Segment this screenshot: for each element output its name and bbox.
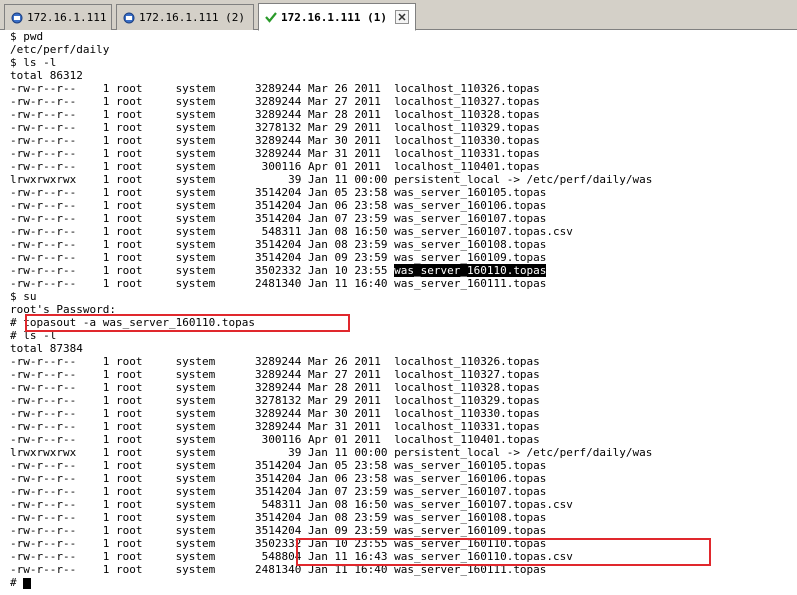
terminal-line: -rw-r--r-- 1 root system 3289244 Mar 28 … xyxy=(10,108,797,121)
tab-session-3-active[interactable]: 172.16.1.111 (1) xyxy=(258,3,416,31)
terminal-line-text: -rw-r--r-- 1 root system 3289244 Mar 30 … xyxy=(10,134,540,147)
terminal-line-text: -rw-r--r-- 1 root system 3289244 Mar 27 … xyxy=(10,95,540,108)
terminal-line-text: -rw-r--r-- 1 root system 300116 Apr 01 2… xyxy=(10,160,540,173)
terminal-line-text: -rw-r--r-- 1 root system 3289244 Mar 28 … xyxy=(10,381,540,394)
terminal-line: -rw-r--r-- 1 root system 3514204 Jan 05 … xyxy=(10,186,797,199)
tab-session-2[interactable]: 172.16.1.111 (2) xyxy=(116,4,254,30)
terminal-line: -rw-r--r-- 1 root system 3514204 Jan 07 … xyxy=(10,485,797,498)
terminal-line-text: total 86312 xyxy=(10,69,83,82)
close-tab-icon[interactable] xyxy=(395,10,409,24)
terminal-line: /etc/perf/daily xyxy=(10,43,797,56)
terminal-line-text: -rw-r--r-- 1 root system 2481340 Jan 11 … xyxy=(10,277,547,290)
terminal-line-text: -rw-r--r-- 1 root system 548311 Jan 08 1… xyxy=(10,225,573,238)
terminal-line-text: -rw-r--r-- 1 root system 548311 Jan 08 1… xyxy=(10,498,573,511)
terminal-line-text: $ ls -l xyxy=(10,56,57,69)
tab-label: 172.16.1.111 xyxy=(27,11,107,24)
terminal-line-text: -rw-r--r-- 1 root system 3289244 Mar 27 … xyxy=(10,368,540,381)
terminal-line: lrwxrwxrwx 1 root system 39 Jan 11 00:00… xyxy=(10,446,797,459)
terminal-line-text: -rw-r--r-- 1 root system 3289244 Mar 26 … xyxy=(10,355,540,368)
terminal-line: -rw-r--r-- 1 root system 3514204 Jan 05 … xyxy=(10,459,797,472)
tab-label: 172.16.1.111 (2) xyxy=(139,11,245,24)
terminal-line: total 86312 xyxy=(10,69,797,82)
terminal-line-text: -rw-r--r-- 1 root system 3514204 Jan 09 … xyxy=(10,524,547,537)
terminal-line-text: -rw-r--r-- 1 root system 3289244 Mar 28 … xyxy=(10,108,540,121)
terminal-line: -rw-r--r-- 1 root system 3289244 Mar 30 … xyxy=(10,134,797,147)
terminal-line-text: lrwxrwxrwx 1 root system 39 Jan 11 00:00… xyxy=(10,173,653,186)
terminal-line: -rw-r--r-- 1 root system 3514204 Jan 08 … xyxy=(10,238,797,251)
terminal-line: -rw-r--r-- 1 root system 3289244 Mar 26 … xyxy=(10,355,797,368)
terminal-line-text: -rw-r--r-- 1 root system 3278132 Mar 29 … xyxy=(10,121,540,134)
terminal-line-text: # xyxy=(10,576,24,589)
terminal-line: -rw-r--r-- 1 root system 3289244 Mar 30 … xyxy=(10,407,797,420)
terminal-line-text: /etc/perf/daily xyxy=(10,43,110,56)
terminal-line: -rw-r--r-- 1 root system 548311 Jan 08 1… xyxy=(10,498,797,511)
terminal-line-text: -rw-r--r-- 1 root system 3502332 Jan 10 … xyxy=(10,264,395,277)
terminal-line: -rw-r--r-- 1 root system 300116 Apr 01 2… xyxy=(10,160,797,173)
terminal-line-text: lrwxrwxrwx 1 root system 39 Jan 11 00:00… xyxy=(10,446,653,459)
terminal-line-text: -rw-r--r-- 1 root system 300116 Apr 01 2… xyxy=(10,433,540,446)
terminal-line: -rw-r--r-- 1 root system 3278132 Mar 29 … xyxy=(10,121,797,134)
command-highlight-box xyxy=(25,314,350,332)
terminal-line-text: -rw-r--r-- 1 root system 3289244 Mar 31 … xyxy=(10,147,540,160)
terminal-line-text: -rw-r--r-- 1 root system 3289244 Mar 26 … xyxy=(10,82,540,95)
terminal-cursor xyxy=(23,577,32,589)
terminal-line-text: $ pwd xyxy=(10,30,44,43)
terminal-line: -rw-r--r-- 1 root system 3514204 Jan 07 … xyxy=(10,212,797,225)
terminal-line-text: -rw-r--r-- 1 root system 3514204 Jan 05 … xyxy=(10,459,547,472)
terminal-line: -rw-r--r-- 1 root system 3289244 Mar 31 … xyxy=(10,420,797,433)
check-icon xyxy=(265,12,277,23)
terminal-line-text: -rw-r--r-- 1 root system 3514204 Jan 08 … xyxy=(10,511,547,524)
terminal-line: # xyxy=(10,576,797,589)
terminal-line-text: -rw-r--r-- 1 root system 3278132 Mar 29 … xyxy=(10,394,540,407)
terminal-line: -rw-r--r-- 1 root system 2481340 Jan 11 … xyxy=(10,277,797,290)
terminal-line: -rw-r--r-- 1 root system 3289244 Mar 27 … xyxy=(10,368,797,381)
terminal-line: -rw-r--r-- 1 root system 3514204 Jan 06 … xyxy=(10,199,797,212)
terminal-line-text: # xyxy=(10,316,24,329)
terminal-line: -rw-r--r-- 1 root system 3514204 Jan 09 … xyxy=(10,251,797,264)
terminal-line: -rw-r--r-- 1 root system 3278132 Mar 29 … xyxy=(10,394,797,407)
tab-session-1[interactable]: 172.16.1.111 xyxy=(4,4,112,30)
session-icon xyxy=(123,12,135,23)
terminal-line: -rw-r--r-- 1 root system 3289244 Mar 26 … xyxy=(10,82,797,95)
terminal-line-text: -rw-r--r-- 1 root system 3514204 Jan 08 … xyxy=(10,238,547,251)
terminal-line: total 87384 xyxy=(10,342,797,355)
selected-filename: was_server_160110.topas xyxy=(394,264,547,277)
terminal-line: $ pwd xyxy=(10,30,797,43)
terminal-line: -rw-r--r-- 1 root system 3289244 Mar 31 … xyxy=(10,147,797,160)
terminal-line: -rw-r--r-- 1 root system 3514204 Jan 06 … xyxy=(10,472,797,485)
tab-label: 172.16.1.111 (1) xyxy=(281,10,387,24)
new-csv-highlight-box xyxy=(296,538,711,566)
terminal-line-text: -rw-r--r-- 1 root system 3514204 Jan 06 … xyxy=(10,199,547,212)
terminal-line: -rw-r--r-- 1 root system 3502332 Jan 10 … xyxy=(10,264,797,277)
terminal-line: -rw-r--r-- 1 root system 300116 Apr 01 2… xyxy=(10,433,797,446)
terminal-line: -rw-r--r-- 1 root system 548311 Jan 08 1… xyxy=(10,225,797,238)
terminal-line-text: -rw-r--r-- 1 root system 3514204 Jan 09 … xyxy=(10,251,547,264)
terminal-line: lrwxrwxrwx 1 root system 39 Jan 11 00:00… xyxy=(10,173,797,186)
terminal-line-text: -rw-r--r-- 1 root system 3514204 Jan 05 … xyxy=(10,186,547,199)
terminal-line-text: -rw-r--r-- 1 root system 3289244 Mar 31 … xyxy=(10,420,540,433)
terminal-line: $ ls -l xyxy=(10,56,797,69)
terminal-line: -rw-r--r-- 1 root system 3289244 Mar 28 … xyxy=(10,381,797,394)
terminal-line: $ su xyxy=(10,290,797,303)
terminal-line: -rw-r--r-- 1 root system 3289244 Mar 27 … xyxy=(10,95,797,108)
session-icon xyxy=(11,12,23,23)
tab-bar: 172.16.1.111 172.16.1.111 (2) 172.16.1.1… xyxy=(0,0,797,31)
terminal-line-text: -rw-r--r-- 1 root system 3514204 Jan 07 … xyxy=(10,485,547,498)
terminal-line: -rw-r--r-- 1 root system 3514204 Jan 08 … xyxy=(10,511,797,524)
terminal-output[interactable]: $ pwd/etc/perf/daily $ ls -l total 86312 -r… xyxy=(10,30,797,595)
terminal-line-text: -rw-r--r-- 1 root system 3514204 Jan 07 … xyxy=(10,212,547,225)
terminal-line-text: total 87384 xyxy=(10,342,83,355)
terminal-line-text: -rw-r--r-- 1 root system 3514204 Jan 06 … xyxy=(10,472,547,485)
terminal-line-text: $ su xyxy=(10,290,37,303)
terminal-line-text: -rw-r--r-- 1 root system 3289244 Mar 30 … xyxy=(10,407,540,420)
terminal-line: -rw-r--r-- 1 root system 3514204 Jan 09 … xyxy=(10,524,797,537)
